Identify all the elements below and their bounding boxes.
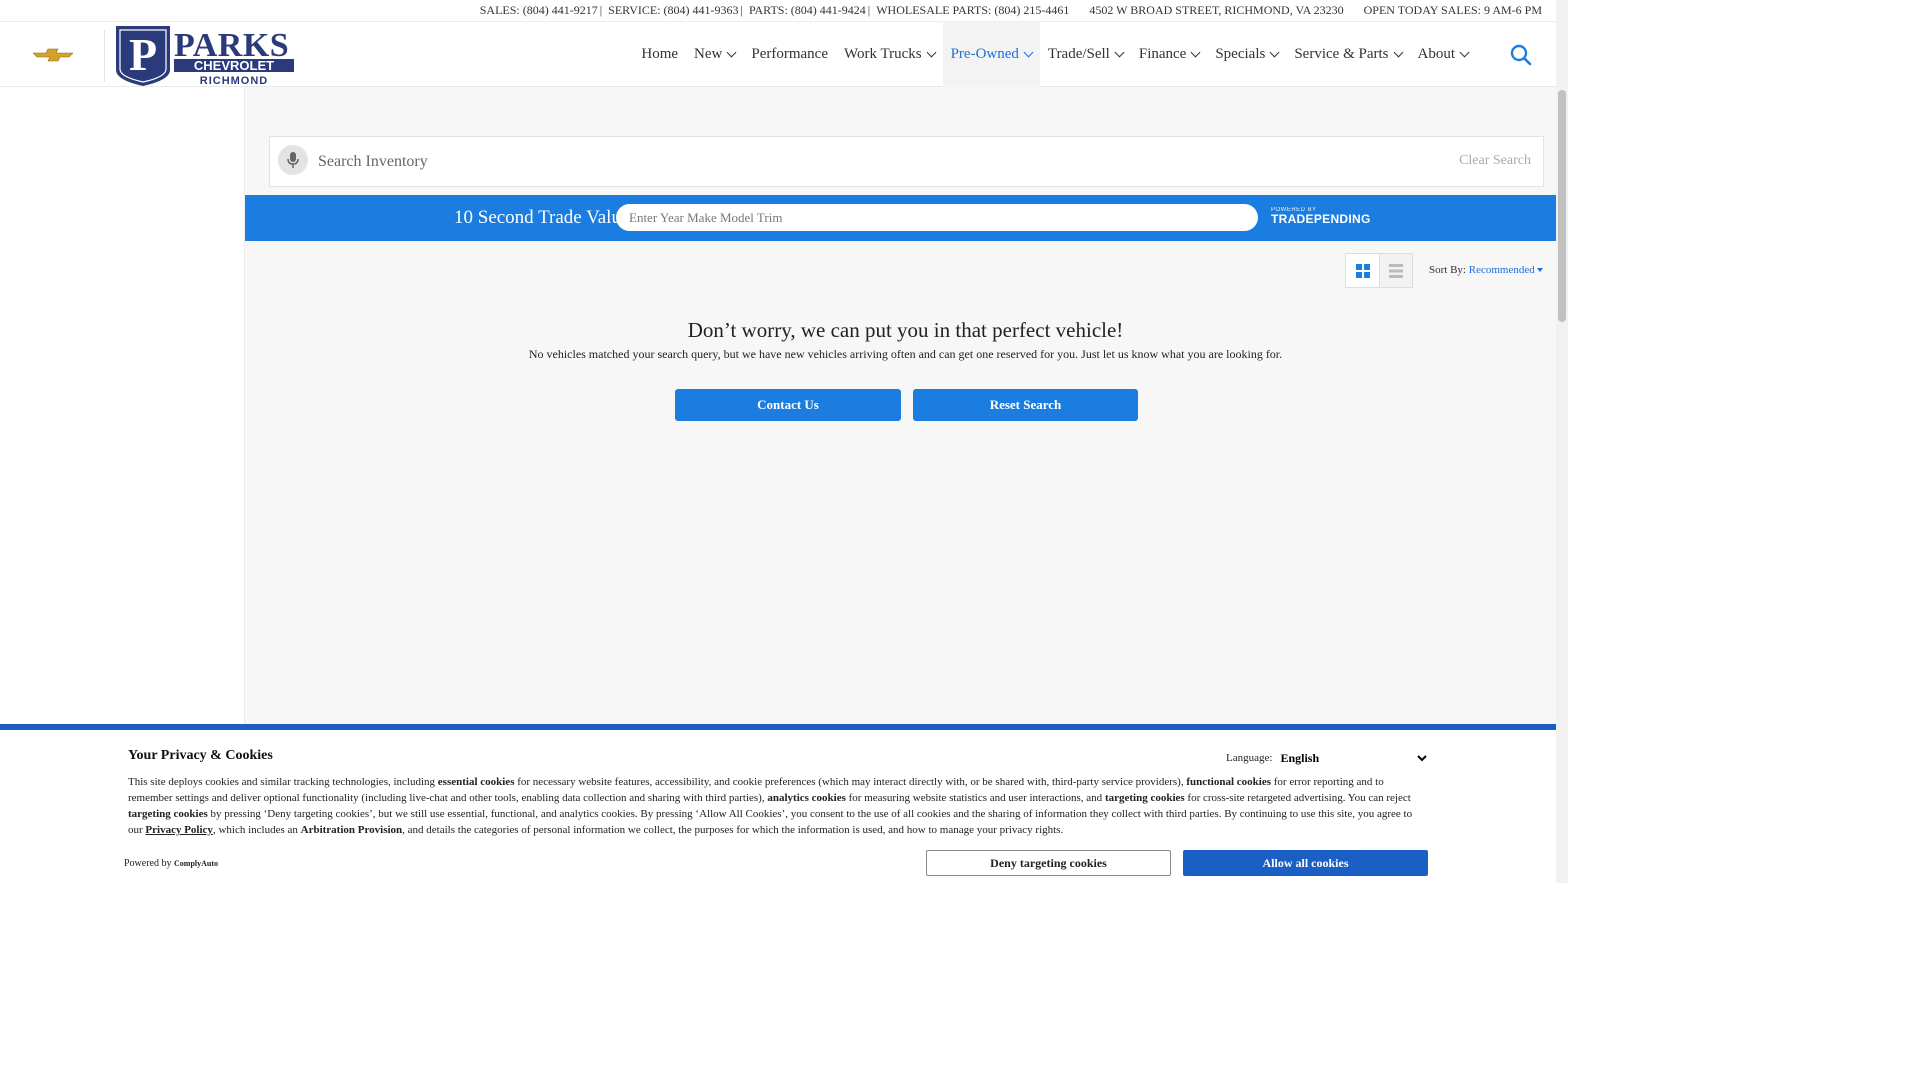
cookie-text-part: for cross-site retargeted advertising. Y…	[1184, 792, 1411, 804]
view-toggle	[1345, 253, 1413, 288]
chevron-down-icon	[1393, 47, 1403, 58]
chevron-down-icon	[1190, 47, 1201, 58]
cookie-text-bold: essential cookies	[437, 776, 515, 788]
chevron-down-icon	[1023, 47, 1034, 58]
list-view-button[interactable]	[1379, 254, 1412, 287]
caret-down-icon	[1536, 268, 1543, 273]
sales-phone[interactable]: SALES: (804) 441-9217	[480, 3, 598, 18]
nav-item-about[interactable]: About	[1410, 22, 1477, 87]
voice-search-button[interactable]	[278, 145, 308, 175]
cookie-banner: Your Privacy & Cookies Language: English…	[0, 724, 1556, 883]
separator: |	[740, 3, 743, 17]
nav-item-pre-owned[interactable]: Pre-Owned	[942, 22, 1040, 87]
no-results-message: No vehicles matched your search query, b…	[528, 347, 1283, 361]
no-results-title: Don’t worry, we can put you in that perf…	[687, 318, 1124, 342]
chevron-down-icon	[926, 47, 937, 58]
cookie-text-part: , which includes an	[212, 824, 301, 836]
nav-item-home[interactable]: Home	[633, 22, 686, 87]
trade-vehicle-input[interactable]	[616, 204, 1258, 231]
nav-item-trade-sell[interactable]: Trade/Sell	[1040, 22, 1131, 87]
parks-chevrolet-logo[interactable]: P PARKS CHEVROLET RICHMOND	[114, 24, 296, 86]
site-header: P PARKS CHEVROLET RICHMOND Home New Perf…	[0, 21, 1556, 87]
grid-icon	[1355, 263, 1370, 278]
cookie-text-part: , and details the categories of personal…	[402, 824, 1064, 836]
separator: |	[599, 3, 603, 17]
main-nav: Home New Performance Work Trucks Pre-Own…	[633, 22, 1476, 87]
logo-divider	[104, 30, 105, 82]
language-select[interactable]: English	[1276, 749, 1431, 767]
nav-label: New	[694, 46, 723, 62]
service-phone[interactable]: SERVICE: (804) 441-9363	[608, 3, 738, 18]
search-icon[interactable]	[1510, 44, 1532, 66]
cookie-text-part: for necessary website features, accessib…	[514, 776, 1187, 788]
separator: |	[867, 3, 871, 17]
nav-label: About	[1417, 46, 1456, 62]
nav-label: Home	[641, 46, 679, 62]
cookie-description: This site deploys cookies and similar tr…	[128, 774, 1423, 838]
page-scrollbar[interactable]	[1556, 0, 1568, 883]
tradepending-brand: TRADEPENDING	[1271, 212, 1371, 226]
cookie-title: Your Privacy & Cookies	[128, 748, 273, 763]
nav-item-service-parts[interactable]: Service & Parts	[1286, 22, 1409, 87]
inventory-search-box: Clear Search	[269, 136, 1544, 187]
sort-control: Sort By: Recommended	[1429, 264, 1543, 276]
nav-item-work-trucks[interactable]: Work Trucks	[836, 22, 943, 87]
nav-label: Work Trucks	[844, 46, 922, 62]
allow-all-cookies-button[interactable]: Allow all cookies	[1183, 850, 1428, 876]
search-input[interactable]	[318, 145, 1418, 179]
tradepending-logo: POWERED BY TRADEPENDING	[1271, 207, 1371, 225]
nav-label: Specials	[1215, 46, 1266, 62]
cookie-text-part: for measuring website statistics and use…	[845, 792, 1105, 804]
sort-label: Sort By:	[1429, 264, 1466, 276]
chevron-down-icon	[726, 47, 737, 58]
cookie-text-part: This site deploys cookies and similar tr…	[128, 776, 438, 788]
logo-letter: P	[129, 29, 157, 80]
sort-value: Recommended	[1468, 264, 1535, 276]
reset-search-button[interactable]: Reset Search	[913, 389, 1138, 421]
list-icon	[1389, 263, 1403, 278]
deny-targeting-cookies-button[interactable]: Deny targeting cookies	[926, 850, 1171, 876]
cookie-text-bold: targeting cookies	[128, 808, 208, 820]
open-hours[interactable]: OPEN TODAY SALES: 9 AM-6 PM	[1364, 3, 1542, 18]
cookie-text-bold: functional cookies	[1186, 776, 1271, 788]
cookie-text-bold: analytics cookies	[767, 792, 846, 804]
nav-item-new[interactable]: New	[686, 22, 743, 87]
grid-view-button[interactable]	[1346, 254, 1379, 287]
logo-line2: CHEVROLET	[194, 58, 274, 73]
microphone-icon	[287, 152, 299, 168]
chevrolet-bowtie-icon[interactable]	[33, 48, 73, 62]
privacy-policy-link[interactable]: Privacy Policy	[145, 824, 213, 836]
nav-item-finance[interactable]: Finance	[1131, 22, 1207, 87]
clear-search-button[interactable]: Clear Search	[1459, 153, 1531, 169]
chevron-down-icon	[1114, 47, 1125, 58]
nav-label: Trade/Sell	[1047, 46, 1110, 62]
complyauto-credit: Powered by ComplyAuto	[124, 858, 218, 869]
contact-us-button[interactable]: Contact Us	[675, 389, 901, 421]
parts-phone[interactable]: PARTS: (804) 441-9424	[749, 3, 866, 18]
nav-label: Performance	[751, 46, 829, 62]
chevron-down-icon	[1459, 47, 1470, 58]
trade-value-bar: 10 Second Trade Value POWERED BY TRADEPE…	[245, 195, 1556, 241]
nav-label: Finance	[1138, 46, 1187, 62]
nav-item-performance[interactable]: Performance	[743, 22, 836, 87]
cookie-text-bold: targeting cookies	[1104, 792, 1185, 804]
language-label: Language:	[1226, 752, 1273, 764]
top-info-bar: SALES: (804) 441-9217 | SERVICE: (804) 4…	[0, 0, 1556, 21]
powered-by-label: Powered by	[124, 858, 174, 869]
complyauto-link[interactable]: ComplyAuto	[174, 859, 218, 868]
dealer-address[interactable]: 4502 W BROAD STREET, RICHMOND, VA 23230	[1089, 3, 1343, 18]
scrollbar-thumb[interactable]	[1558, 90, 1566, 322]
chevron-down-icon	[1269, 47, 1280, 58]
nav-label: Pre-Owned	[950, 46, 1019, 62]
sort-dropdown[interactable]: Recommended	[1469, 264, 1543, 276]
wholesale-parts-phone[interactable]: WHOLESALE PARTS: (804) 215-4461	[876, 3, 1069, 18]
nav-label: Service & Parts	[1294, 46, 1389, 62]
powered-by-text: POWERED BY	[1271, 207, 1317, 213]
cookie-text-bold: Arbitration Provision	[300, 824, 403, 836]
logo-line3: RICHMOND	[200, 75, 269, 86]
language-picker: Language: English	[1226, 749, 1431, 767]
trade-value-label: 10 Second Trade Value	[454, 207, 630, 228]
nav-item-specials[interactable]: Specials	[1207, 22, 1286, 87]
